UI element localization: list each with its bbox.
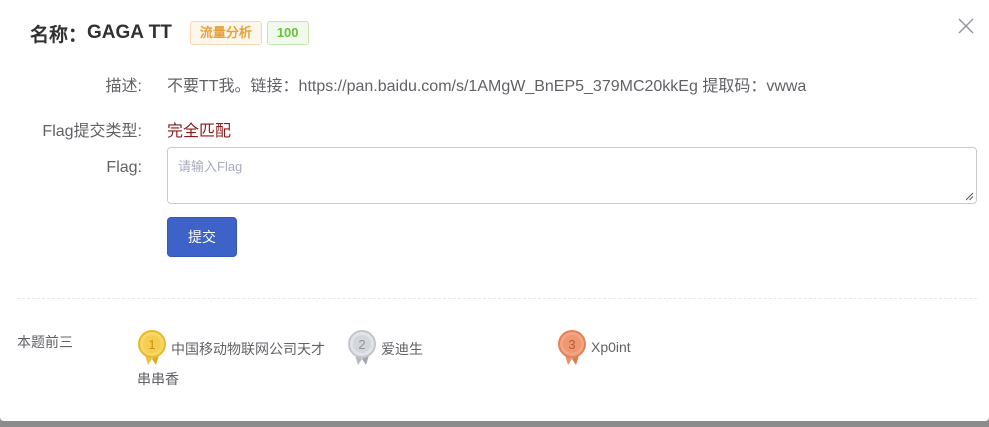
dialog-header: 名称： GAGA TT 流量分析 100 bbox=[30, 20, 309, 46]
close-icon[interactable] bbox=[957, 17, 975, 35]
score-tag: 100 bbox=[266, 21, 309, 45]
flag-placeholder: 请输入Flag bbox=[178, 159, 243, 174]
title-prefix: 名称： bbox=[30, 24, 88, 46]
flag-type-label: Flag提交类型: bbox=[42, 123, 142, 140]
flag-type-value: 完全匹配 bbox=[167, 123, 232, 140]
rank-item-3: 3 Xp0int bbox=[557, 329, 757, 369]
challenge-dialog: 名称： GAGA TT 流量分析 100 描述: 不要TT我。链接：https:… bbox=[0, 0, 989, 421]
rank-1-name-line2: 串串香 bbox=[137, 371, 179, 387]
divider bbox=[17, 298, 977, 299]
bronze-medal-icon: 3 bbox=[558, 330, 586, 365]
submit-button[interactable]: 提交 bbox=[167, 217, 237, 257]
rank-2-name: 爱迪生 bbox=[381, 341, 423, 357]
gold-medal-icon: 1 bbox=[138, 330, 166, 365]
rank-3-name: Xp0int bbox=[591, 339, 631, 355]
rank-2-number: 2 bbox=[358, 337, 365, 352]
flag-label-row: Flag: bbox=[0, 159, 160, 181]
rank-item-1: 1 中国移动物联网公司天才 串串香 bbox=[137, 329, 347, 389]
flag-label: Flag: bbox=[106, 159, 142, 176]
resize-handle-icon[interactable] bbox=[965, 192, 974, 201]
category-tag: 流量分析 bbox=[189, 21, 262, 45]
rank-item-2: 2 爱迪生 bbox=[347, 329, 547, 369]
challenge-title: GAGA TT bbox=[87, 22, 172, 43]
backdrop-edge bbox=[0, 421, 989, 427]
flag-textarea[interactable]: 请输入Flag bbox=[167, 147, 977, 204]
rank-1-name-line1: 中国移动物联网公司天才 bbox=[171, 341, 325, 357]
top-three-label: 本题前三 bbox=[17, 334, 73, 350]
description-value: 不要TT我。链接：https://pan.baidu.com/s/1AMgW_B… bbox=[167, 78, 807, 95]
rank-1-number: 1 bbox=[148, 337, 155, 352]
description-label: 描述: bbox=[105, 78, 142, 95]
rank-3-number: 3 bbox=[568, 337, 575, 352]
flag-type-row: Flag提交类型: 完全匹配 bbox=[0, 117, 989, 140]
description-row: 描述: 不要TT我。链接：https://pan.baidu.com/s/1AM… bbox=[0, 72, 989, 95]
silver-medal-icon: 2 bbox=[348, 330, 376, 365]
